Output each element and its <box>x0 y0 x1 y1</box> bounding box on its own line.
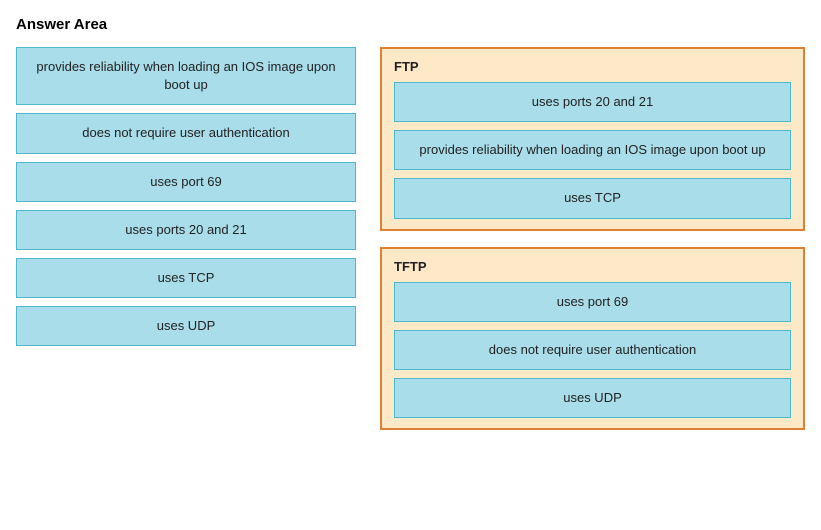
source-item-ports-20-21[interactable]: uses ports 20 and 21 <box>16 210 356 250</box>
protocol-box-ftp: FTP uses ports 20 and 21 provides reliabil… <box>380 47 805 231</box>
protocol-columns: FTP uses ports 20 and 21 provides reliabil… <box>380 47 805 430</box>
protocol-label-ftp: FTP <box>394 59 791 74</box>
source-item-uses-udp[interactable]: uses UDP <box>16 306 356 346</box>
protocol-item-tftp-udp[interactable]: uses UDP <box>394 378 791 418</box>
source-item-port-69[interactable]: uses port 69 <box>16 162 356 202</box>
protocol-box-tftp: TFTP uses port 69 does not require user au… <box>380 247 805 431</box>
source-item-provides-reliability[interactable]: provides reliability when loading an IOS… <box>16 47 356 105</box>
source-item-no-auth[interactable]: does not require user authentication <box>16 113 356 153</box>
protocol-item-ftp-ports[interactable]: uses ports 20 and 21 <box>394 82 791 122</box>
protocol-label-tftp: TFTP <box>394 259 791 274</box>
protocol-item-ftp-reliability[interactable]: provides reliability when loading an IOS… <box>394 130 791 170</box>
answer-area: provides reliability when loading an IOS… <box>16 47 805 430</box>
source-item-uses-tcp[interactable]: uses TCP <box>16 258 356 298</box>
protocol-item-tftp-noauth[interactable]: does not require user authentication <box>394 330 791 370</box>
protocol-item-ftp-tcp[interactable]: uses TCP <box>394 178 791 218</box>
protocol-items-ftp: uses ports 20 and 21 provides reliability… <box>394 82 791 219</box>
protocol-item-tftp-port69[interactable]: uses port 69 <box>394 282 791 322</box>
page-title: Answer Area <box>16 16 805 33</box>
protocol-items-tftp: uses port 69 does not require user authen… <box>394 282 791 419</box>
source-items: provides reliability when loading an IOS… <box>16 47 356 346</box>
